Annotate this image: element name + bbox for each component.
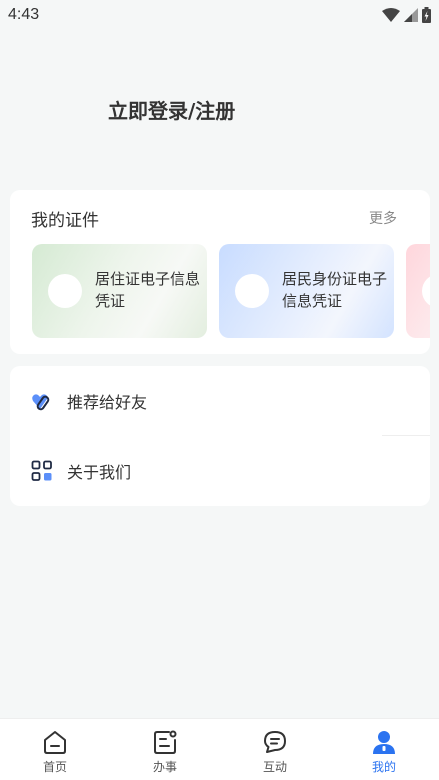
cert-icon-placeholder (48, 274, 82, 308)
cert-icon-placeholder (422, 274, 430, 308)
status-icons (382, 6, 431, 24)
tab-home[interactable]: 首页 (0, 719, 110, 780)
battery-icon (422, 7, 431, 23)
status-time: 4:43 (8, 6, 40, 23)
menu-item-label: 推荐给好友 (67, 393, 148, 412)
certificates-title: 我的证件 (31, 211, 99, 231)
certificates-more-link[interactable]: 更多 (369, 208, 397, 228)
status-bar: 4:43 (0, 0, 439, 30)
menu-card: 推荐给好友 关于我们 (10, 366, 430, 506)
cert-tile-partial[interactable] (406, 244, 430, 338)
tab-label: 首页 (42, 760, 67, 774)
cert-label: 居民身份证电子信息凭证 (282, 270, 388, 310)
chat-icon (264, 731, 286, 753)
heart-link-icon (32, 394, 50, 411)
cert-tile-residence-permit[interactable]: 居住证电子信息凭证 (32, 244, 207, 338)
tab-label: 办事 (152, 760, 177, 774)
certificates-card: 我的证件 更多 居住证电子信息凭证 居民身份证电子信息凭证 (10, 190, 430, 354)
tab-service[interactable]: 办事 (110, 719, 220, 780)
tab-mine[interactable]: 我的 (329, 719, 439, 780)
signal-icon (404, 8, 418, 22)
menu-item-about[interactable]: 关于我们 (10, 436, 430, 506)
tab-label: 我的 (371, 760, 396, 774)
service-icon (154, 730, 177, 754)
wifi-icon (382, 8, 400, 22)
tab-interact[interactable]: 互动 (220, 719, 330, 780)
menu-item-recommend[interactable]: 推荐给好友 (10, 366, 430, 436)
bottom-tab-bar: 首页 办事 互动 我的 (0, 718, 439, 780)
user-icon (373, 731, 395, 754)
menu-item-label: 关于我们 (67, 463, 132, 482)
tab-label: 互动 (262, 760, 287, 774)
cert-tile-id-card[interactable]: 居民身份证电子信息凭证 (219, 244, 394, 338)
home-icon (44, 731, 66, 754)
cert-label: 居住证电子信息凭证 (95, 270, 201, 310)
cert-icon-placeholder (235, 274, 269, 308)
grid-apps-icon (31, 460, 52, 481)
login-register-link[interactable]: 立即登录/注册 (108, 95, 235, 124)
